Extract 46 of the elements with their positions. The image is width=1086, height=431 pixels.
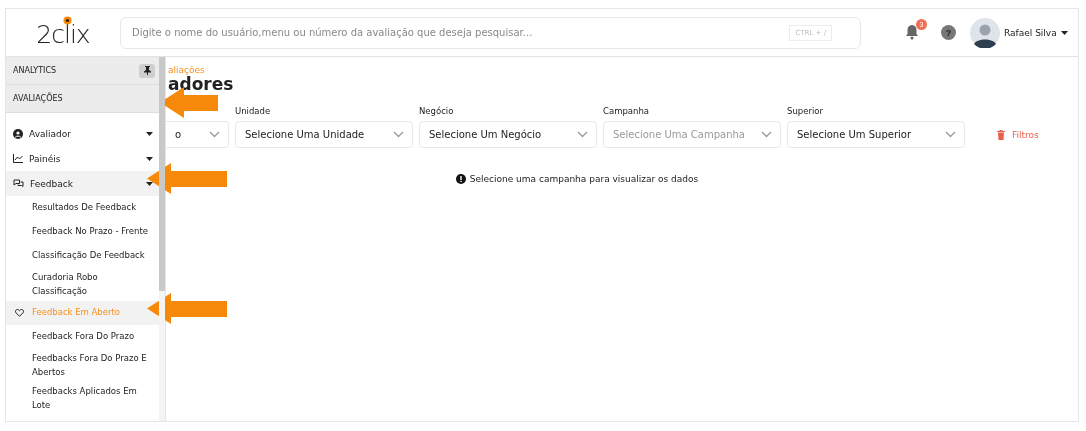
page-title: adores	[168, 75, 234, 94]
user-menu-button[interactable]: Rafael Silva	[970, 17, 1068, 48]
menu-item[interactable]: Avaliador	[6, 121, 159, 146]
menu-item[interactable]: Painéis	[6, 146, 159, 171]
chevron-down-icon	[761, 130, 772, 138]
help-button[interactable]: ?	[941, 25, 956, 40]
filter-select[interactable]: o	[166, 120, 229, 148]
filter-select[interactable]: Selecione Um Superior	[787, 120, 965, 148]
menu-item[interactable]: Feedback	[6, 171, 159, 196]
filter-label: Negócio	[419, 105, 454, 116]
chevron-down-icon	[577, 130, 588, 138]
exclamation-icon	[455, 173, 466, 184]
filter-select[interactable]: Selecione Um Negócio	[419, 120, 597, 148]
pin-icon	[143, 66, 151, 75]
caret-icon	[146, 181, 153, 186]
chevron-down-icon	[209, 130, 220, 138]
logo: 2clix	[36, 16, 90, 49]
filter-select[interactable]: Selecione Uma Unidade	[235, 120, 413, 148]
info-message: Selecione uma campanha para visualizar os dados	[455, 173, 699, 184]
caret-icon	[146, 156, 153, 161]
user-avatar	[970, 17, 1000, 48]
submenu-item[interactable]: Feedbacks Aplicados Em Lote	[6, 382, 159, 416]
menu-section[interactable]: AVALIAÇÕES	[6, 85, 159, 113]
user-circle-icon	[13, 128, 23, 139]
caret-icon	[146, 131, 153, 136]
trash-icon	[997, 129, 1005, 140]
heart-icon	[15, 309, 24, 318]
filter-label: Unidade	[235, 105, 271, 116]
submenu-item[interactable]: Feedback Fora Do Prazo	[6, 325, 159, 350]
line-chart-icon	[13, 154, 23, 163]
filter-label: Campanha	[603, 105, 649, 116]
menu-section[interactable]: ANALYTICS	[6, 57, 159, 85]
chat-bubbles-icon	[13, 179, 24, 188]
submenu-item[interactable]: Feedback No Prazo - Frente	[6, 220, 159, 244]
caret-icon	[1060, 30, 1068, 35]
submenu-item[interactable]: Classificação De Feedback	[6, 244, 159, 268]
chevron-down-icon	[945, 130, 956, 138]
search-field[interactable]: Digite o nome do usuário,menu ou número da avaliação que deseja pesquisar...	[130, 26, 790, 39]
chevron-down-icon	[393, 130, 404, 138]
scrollbar-thumb[interactable]	[159, 57, 165, 291]
submenu-item[interactable]: Curadoria Robo Classificação	[6, 268, 159, 302]
clear-filters-button[interactable]: Filtros	[997, 129, 1039, 140]
filter-label: Superior	[787, 105, 823, 116]
pin-button[interactable]	[139, 63, 155, 78]
submenu-item[interactable]: Feedbacks Fora Do Prazo E Abertos	[6, 349, 159, 383]
submenu-item[interactable]: Resultados De Feedback	[6, 196, 159, 220]
